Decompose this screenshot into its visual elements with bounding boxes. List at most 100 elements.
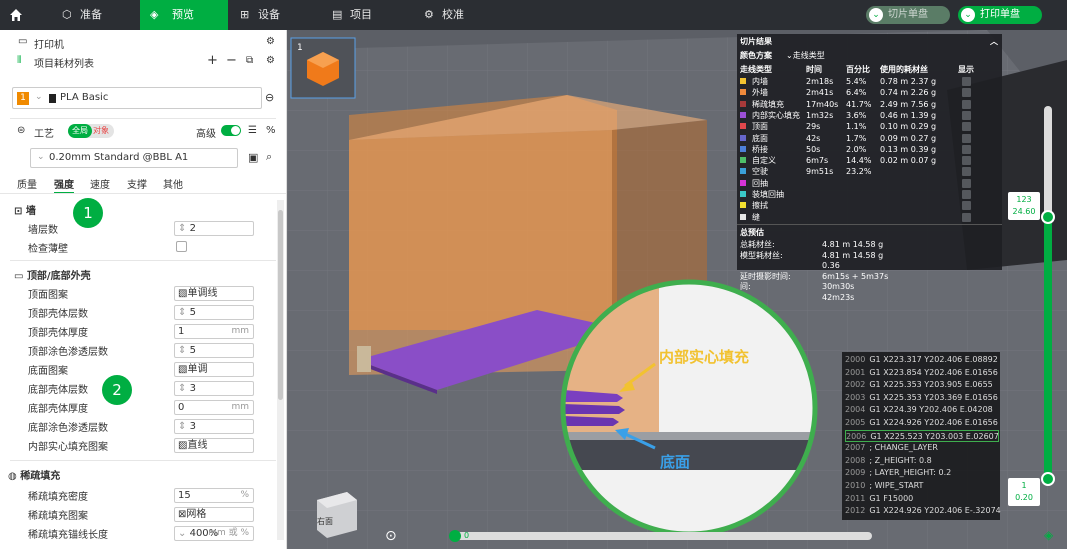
stepper-icon[interactable]: ⇕ [178, 307, 186, 318]
show-checkbox[interactable] [962, 88, 971, 98]
show-checkbox[interactable] [962, 110, 971, 120]
show-checkbox[interactable] [962, 178, 971, 188]
tab-speed[interactable]: 速度 [90, 176, 110, 191]
setting-row: 墙层数 ⇕ 2 [0, 221, 286, 236]
wall-loops-input[interactable]: ⇕ 2 [174, 221, 254, 236]
collapse-icon[interactable]: ︿ [990, 36, 998, 47]
show-checkbox[interactable] [962, 77, 971, 86]
settings-icon[interactable]: ⚙ [266, 55, 275, 66]
shell-icon: ▭ [14, 271, 27, 282]
bottom-paint-penetration-input[interactable]: ⇕ 3 [174, 419, 254, 434]
gcode-line[interactable]: 2001 G1 X223.854 Y202.406 E.01656 [845, 367, 999, 379]
tab-device[interactable]: ⊞ 设备 [236, 0, 308, 30]
sparse-infill-pattern-select[interactable]: ⊠网格 [174, 507, 254, 522]
filament-icon: ⦀ [17, 55, 22, 66]
tab-prepare[interactable]: ⬡ 准备 [58, 0, 130, 30]
show-checkbox[interactable] [962, 144, 971, 154]
gcode-line[interactable]: 2007; CHANGE_LAYER [845, 442, 999, 454]
stepper-icon[interactable]: ⇕ [178, 421, 186, 432]
add-filament-button[interactable]: + [207, 53, 218, 68]
chevron-down-icon[interactable]: ⌄ [961, 8, 975, 22]
estimate-row: 模型耗材丝: 4.81 m 14.58 g [740, 250, 884, 260]
filament-selector[interactable]: 1 ⌄ PLA Basic [12, 87, 262, 109]
color-scheme-select[interactable]: ⌄ 走线类型 [786, 50, 825, 61]
setting-row: 底部壳体厚度 0 mm [0, 400, 286, 415]
settings-icon[interactable]: ⚙ [266, 36, 275, 47]
stepper-icon[interactable]: ⇕ [178, 345, 186, 356]
gcode-line[interactable]: 2006 G1 X225.523 Y203.003 E.02607 [845, 429, 999, 442]
divider [10, 460, 276, 461]
infill-anchor-length-input[interactable]: ⌄ 400% mm 或 % [174, 526, 254, 541]
top-paint-penetration-input[interactable]: ⇕ 5 [174, 343, 254, 358]
tab-support[interactable]: 支撑 [127, 176, 147, 191]
tab-strength[interactable]: 强度 [54, 176, 74, 194]
process-preset-selector[interactable]: ⌄ 0.20mm Standard @BBL A1 [30, 148, 238, 168]
show-checkbox[interactable] [962, 212, 971, 222]
fit-view-icon[interactable]: ⊙ [385, 528, 397, 544]
tab-calibration[interactable]: ⚙ 校准 [420, 0, 492, 30]
advanced-toggle[interactable] [221, 125, 241, 136]
layer-slider-top-thumb[interactable] [1041, 210, 1055, 224]
remove-filament-button[interactable]: − [226, 53, 237, 68]
stepper-icon[interactable]: ⇕ [178, 223, 186, 234]
list-icon[interactable]: ☰ [248, 125, 257, 136]
layer-slider[interactable] [1041, 106, 1055, 486]
percent-icon[interactable]: % [266, 125, 276, 136]
edit-filament-icon[interactable]: ⊖ [265, 91, 274, 104]
top-pattern-select[interactable]: ▧单调线 [174, 286, 254, 301]
legend-swatch [740, 179, 746, 186]
setting-row: 稀疏填充锚线长度 ⌄ 400% mm 或 % [0, 526, 286, 541]
save-icon[interactable]: ▣ [248, 151, 258, 164]
slice-plate-button[interactable]: ⌄ 切片单盘 [866, 6, 950, 24]
internal-solid-infill-pattern-select[interactable]: ▨直线 [174, 438, 254, 453]
gcode-line[interactable]: 2004 G1 X224.39 Y202.406 E.04208 [845, 404, 999, 416]
gcode-line[interactable]: 2000 G1 X223.317 Y202.406 E.08892 [845, 354, 999, 366]
home-icon[interactable] [8, 7, 24, 23]
gcode-line[interactable]: 2003 G1 X225.353 Y203.369 E.01656 [845, 392, 999, 404]
tab-others[interactable]: 其他 [163, 176, 183, 191]
gcode-line[interactable]: 2009; LAYER_HEIGHT: 0.2 [845, 467, 999, 479]
layer-slider-bottom-thumb[interactable] [1041, 472, 1055, 486]
print-plate-button[interactable]: ⌄ 打印单盘 [958, 6, 1042, 24]
move-slider-thumb[interactable] [449, 530, 461, 542]
sparse-infill-density-input[interactable]: 15% [174, 488, 254, 503]
setting-row: 顶部涂色渗透层数 ⇕ 5 [0, 343, 286, 358]
top-shell-thickness-input[interactable]: 1 mm [174, 324, 254, 339]
bottom-shell-thickness-input[interactable]: 0 mm [174, 400, 254, 415]
show-checkbox[interactable] [962, 156, 971, 166]
stepper-icon[interactable]: ⇕ [178, 383, 186, 394]
show-checkbox[interactable] [962, 167, 971, 177]
calibration-icon: ⚙ [424, 8, 434, 21]
gcode-line[interactable]: 2002 G1 X225.353 Y203.905 E.0655 [845, 379, 999, 391]
chevron-down-icon[interactable]: ⌄ [869, 8, 883, 22]
show-checkbox[interactable] [962, 122, 971, 132]
show-checkbox[interactable] [962, 99, 971, 109]
gcode-line[interactable]: 2010; WIPE_START [845, 480, 999, 492]
show-checkbox[interactable] [962, 201, 971, 211]
slice-table-header: 走线类型 时间 百分比 使用的耗材丝 显示 [740, 65, 974, 74]
tab-preview[interactable]: ◈ 预览 [140, 0, 228, 30]
bottom-pattern-select[interactable]: ▧单调 [174, 362, 254, 377]
search-icon[interactable]: ⌕ [266, 150, 272, 164]
global-object-toggle[interactable]: 全局 对象 [68, 124, 114, 138]
detect-thin-wall-checkbox[interactable] [176, 241, 187, 252]
section-wall: ⊡ 墙 [14, 206, 36, 217]
show-checkbox[interactable] [962, 133, 971, 143]
zoom-callout [560, 279, 818, 537]
gcode-line[interactable]: 2011 G1 F15000 [845, 493, 999, 505]
sync-icon[interactable]: ⧉ [246, 55, 253, 66]
gcode-line[interactable]: 2008; Z_HEIGHT: 0.8 [845, 455, 999, 467]
gcode-move-slider[interactable]: 0 [449, 530, 872, 542]
document-icon: ▤ [332, 8, 343, 21]
gcode-line[interactable]: 2012 G1 X224.926 Y202.406 E-.32074 [845, 505, 1001, 517]
tab-quality[interactable]: 质量 [17, 176, 37, 191]
top-shell-layers-input[interactable]: ⇕ 5 [174, 305, 254, 320]
show-checkbox[interactable] [962, 190, 971, 199]
chevron-down-icon: ⌄ [35, 92, 43, 102]
layers-icon[interactable]: ◈ [1044, 528, 1053, 542]
gcode-line[interactable]: 2005 G1 X224.926 Y202.406 E.01656 [845, 417, 999, 429]
view-cube[interactable] [317, 492, 357, 538]
bottom-shell-layers-input[interactable]: ⇕ 3 [174, 381, 254, 396]
device-icon: ⊞ [240, 8, 250, 21]
tab-project[interactable]: ▤ 项目 [328, 0, 400, 30]
